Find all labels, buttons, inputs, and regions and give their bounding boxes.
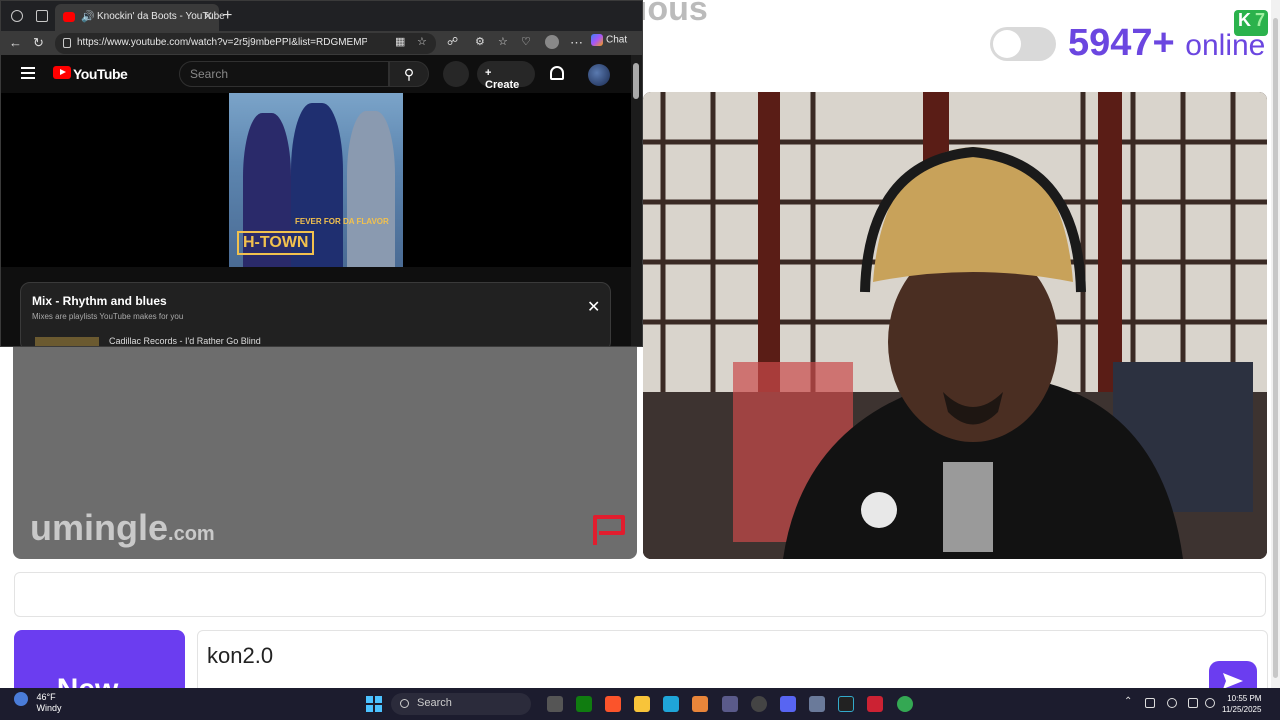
notifications-bell-icon[interactable] — [550, 66, 564, 80]
network-icon[interactable] — [1145, 698, 1155, 708]
create-button[interactable]: + Create — [477, 61, 535, 91]
tab-strip: 🔊 Knockin' da Boots - YouTube ✕ + — [1, 1, 642, 31]
brave-browser-icon[interactable] — [605, 696, 621, 712]
album-cover: FEVER FOR DA FLAVOR H-TOWN — [229, 93, 403, 267]
taskbar: 46°F Windy Search ⌃ 10:55 PM 11/25/2025 — [0, 688, 1280, 720]
discord-icon[interactable] — [780, 696, 796, 712]
display-icon[interactable] — [1188, 698, 1198, 708]
start-button[interactable] — [366, 696, 382, 712]
online-toggle[interactable] — [990, 27, 1056, 61]
hamburger-menu-icon[interactable] — [21, 67, 35, 79]
tray-overflow-icon[interactable]: ⌃ — [1124, 696, 1134, 707]
cover-figure-right — [347, 111, 395, 267]
mix-item-thumbnail[interactable] — [35, 337, 99, 346]
chrome-icon[interactable] — [897, 696, 913, 712]
browser-essentials-icon[interactable]: ⚙ — [475, 35, 485, 48]
navigation-bar: ← ↻ https://www.youtube.com/watch?v=2r5j… — [1, 31, 642, 55]
chat-log — [14, 572, 1266, 617]
album-title: H-TOWN — [237, 231, 315, 255]
windows-logo-part — [375, 696, 382, 703]
toggle-knob — [993, 30, 1021, 58]
clock-time: 10:55 PM — [1227, 694, 1262, 703]
voice-search-mic-icon[interactable] — [443, 61, 469, 87]
report-flag-icon[interactable] — [591, 513, 627, 547]
tab-actions-icon[interactable] — [36, 10, 48, 22]
system-clock[interactable]: 10:55 PM 11/25/2025 — [1222, 693, 1261, 715]
search-icon: ⚲ — [403, 66, 415, 82]
youtube-favicon-icon — [63, 12, 75, 22]
weather-desc: Windy — [36, 703, 62, 713]
mix-playlist-panel: Mix - Rhythm and blues Mixes are playlis… — [20, 282, 611, 346]
favorite-star-icon[interactable]: ☆ — [417, 35, 427, 48]
app-icon[interactable] — [692, 696, 708, 712]
tab-close-icon[interactable]: ✕ — [203, 9, 213, 23]
youtube-logo-icon[interactable] — [53, 66, 71, 79]
account-avatar[interactable] — [588, 64, 610, 86]
copilot-chat-button[interactable]: Chat — [591, 34, 627, 46]
obs-icon[interactable] — [751, 696, 767, 712]
mix-title: Mix - Rhythm and blues — [32, 294, 167, 308]
volume-icon[interactable] — [1205, 698, 1215, 708]
workspaces-icon[interactable] — [11, 10, 23, 22]
taskbar-search[interactable]: Search — [391, 693, 531, 715]
address-bar[interactable]: https://www.youtube.com/watch?v=2r5j9mbe… — [55, 33, 436, 54]
task-view-icon[interactable] — [547, 696, 563, 712]
youtube-scrollbar-thumb[interactable] — [633, 63, 639, 99]
speaker-icon[interactable]: 🔊 — [81, 10, 95, 23]
page-scrollbar-thumb[interactable] — [1273, 18, 1278, 678]
favorites-icon[interactable]: ☆ — [498, 35, 508, 48]
mix-subtitle: Mixes are playlists YouTube makes for yo… — [32, 312, 184, 321]
lock-icon[interactable] — [63, 38, 71, 48]
youtube-header: YouTube Search ⚲ + Create — [1, 55, 631, 93]
copilot-icon — [591, 34, 603, 46]
weather-temp: 46°F — [36, 692, 56, 702]
youtube-search-button[interactable]: ⚲ — [389, 61, 429, 87]
new-tab-button[interactable]: + — [223, 7, 232, 25]
weather-widget[interactable]: 46°F Windy — [14, 692, 62, 714]
online-counter: 5947+ online — [1068, 22, 1266, 64]
youtube-body: Mix - Rhythm and blues Mixes are playlis… — [1, 267, 631, 346]
refresh-icon[interactable]: ↻ — [33, 35, 44, 51]
self-video — [643, 92, 1267, 559]
youtube-wordmark[interactable]: YouTube — [73, 66, 128, 82]
edge-browser-icon[interactable] — [663, 696, 679, 712]
youtube-scrollbar[interactable] — [631, 55, 642, 346]
tab-youtube[interactable]: 🔊 Knockin' da Boots - YouTube ✕ — [55, 4, 225, 31]
webcam-feed — [643, 92, 1267, 559]
more-options-icon[interactable]: ⋯ — [570, 35, 583, 51]
store-icon[interactable] — [722, 696, 738, 712]
clock-date: 11/25/2025 — [1222, 705, 1262, 714]
back-icon[interactable]: ← — [9, 35, 22, 50]
windows-logo-icon — [366, 696, 373, 703]
reading-view-icon[interactable]: ▦ — [395, 35, 405, 48]
windows-logo-part — [366, 705, 373, 712]
heart-icon[interactable]: ♡ — [521, 35, 531, 48]
settings-icon[interactable] — [809, 696, 825, 712]
stranger-video: umingle.com — [13, 343, 637, 559]
extension-icon[interactable]: ☍ — [447, 35, 458, 48]
terminal-icon[interactable] — [838, 696, 854, 712]
microphone-icon[interactable] — [1167, 698, 1177, 708]
voice-mod-icon[interactable] — [867, 696, 883, 712]
url-text: https://www.youtube.com/watch?v=2r5j9mbe… — [77, 37, 367, 48]
umingle-watermark: umingle.com — [30, 507, 215, 548]
album-subtitle: FEVER FOR DA FLAVOR — [295, 217, 389, 226]
mix-close-icon[interactable]: ✕ — [587, 297, 600, 317]
file-explorer-icon[interactable] — [634, 696, 650, 712]
profile-icon[interactable] — [545, 35, 559, 49]
browser-window: 🔊 Knockin' da Boots - YouTube ✕ + ← ↻ ht… — [0, 0, 643, 347]
mix-item-title[interactable]: Cadillac Records - I'd Rather Go Blind — [109, 336, 261, 346]
weather-icon — [14, 692, 28, 706]
video-player[interactable]: FEVER FOR DA FLAVOR H-TOWN — [1, 93, 631, 267]
youtube-search-input[interactable]: Search — [179, 61, 389, 87]
page-scrollbar[interactable] — [1271, 0, 1280, 688]
windows-logo-part — [375, 705, 382, 712]
xbox-icon[interactable] — [576, 696, 592, 712]
